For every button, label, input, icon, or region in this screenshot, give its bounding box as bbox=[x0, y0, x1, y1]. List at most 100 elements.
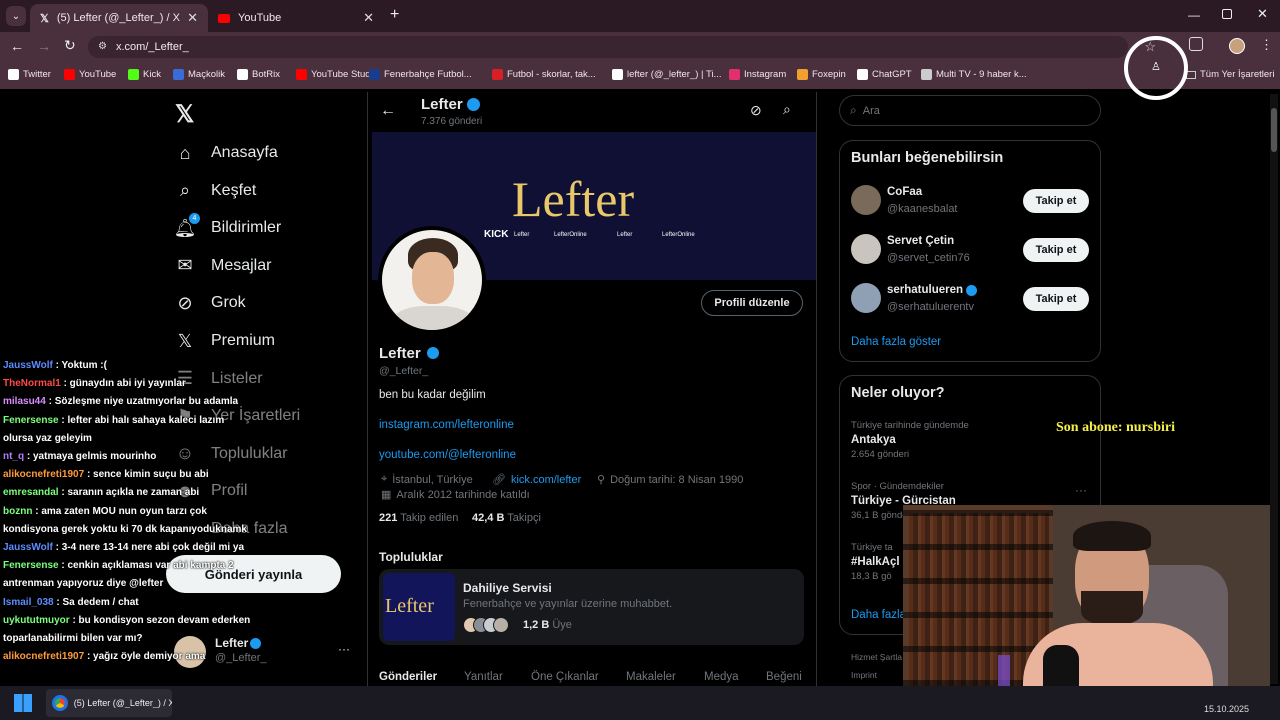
follow-button[interactable]: Takip et bbox=[1023, 287, 1089, 311]
chat-text: toparlanabilirmi bilen var mı? bbox=[3, 633, 143, 644]
search-box[interactable]: ⌕ Ara bbox=[839, 95, 1101, 126]
profile-avatar[interactable] bbox=[378, 226, 486, 334]
x-logo-icon[interactable]: 𝕏 bbox=[175, 100, 194, 129]
tab-g-nderiler[interactable]: Gönderiler bbox=[379, 671, 437, 683]
bookmark-favicon-icon bbox=[173, 69, 184, 80]
follow-button[interactable]: Takip et bbox=[1023, 238, 1089, 262]
bookmark-item[interactable]: BotRix bbox=[237, 69, 280, 80]
suggestion-row[interactable]: Servet Çetin @servet_cetin76 Takip et bbox=[851, 234, 1091, 268]
chat-message: nt_q : yatmaya gelmis mourinho bbox=[3, 451, 156, 462]
menu-icon[interactable]: ⋮ bbox=[1260, 37, 1273, 53]
taskbar-chrome-item[interactable]: (5) Lefter (@_Lefter_) / X bbox=[46, 689, 172, 717]
tab-be-eni[interactable]: Beğeni bbox=[766, 671, 802, 683]
back-arrow-icon[interactable]: ← bbox=[380, 102, 396, 120]
tab-x-profile[interactable]: 𝕏 (5) Lefter (@_Lefter_) / X ✕ bbox=[30, 4, 208, 32]
grok-icon[interactable]: ⊘ bbox=[750, 102, 762, 119]
nav-item-topluluklar[interactable]: ☺ Topluluklar bbox=[173, 442, 288, 466]
back-button[interactable]: ← bbox=[10, 38, 24, 54]
nav-item-listeler[interactable]: ☰ Listeler bbox=[173, 367, 263, 391]
extensions-icon[interactable] bbox=[1189, 37, 1203, 51]
footer-imprint[interactable]: Imprint bbox=[851, 670, 877, 680]
bookmark-item[interactable]: Futbol - skorlar, tak... bbox=[492, 69, 596, 80]
bookmark-item[interactable]: Kick bbox=[128, 69, 161, 80]
tab--ne-kanlar[interactable]: Öne Çıkanlar bbox=[531, 671, 599, 683]
suggestion-row[interactable]: serhatulueren @serhatuluerentv Takip et bbox=[851, 283, 1091, 317]
chrome-icon bbox=[52, 695, 68, 711]
post-count: 7.376 gönderi bbox=[421, 116, 483, 127]
edit-profile-button[interactable]: Profili düzenle bbox=[701, 290, 803, 316]
location-icon: ⌖ bbox=[381, 473, 388, 485]
chat-message: olursa yaz geleyim bbox=[3, 433, 92, 444]
followers-stat[interactable]: 42,4 B Takipçi bbox=[472, 512, 541, 524]
taskbar-date: 15.10.2025 bbox=[1204, 704, 1250, 714]
tab-medya[interactable]: Medya bbox=[704, 671, 739, 683]
bookmark-item[interactable]: ChatGPT bbox=[857, 69, 912, 80]
tab-search-button[interactable]: ⌄ bbox=[6, 6, 26, 26]
community-card[interactable]: Lefter Dahiliye Servisi Fenerbahçe ve ya… bbox=[379, 569, 804, 645]
nav-item-anasayfa[interactable]: ⌂ Anasayfa bbox=[173, 141, 278, 165]
follow-button[interactable]: Takip et bbox=[1023, 189, 1089, 213]
mail-icon: ✉ bbox=[177, 255, 193, 276]
site-info-icon[interactable]: ⚙ bbox=[98, 41, 107, 52]
bookmark-item[interactable]: YouTube Studio bbox=[296, 69, 378, 80]
trends-title: Neler oluyor? bbox=[851, 385, 945, 401]
all-bookmarks[interactable]: Tüm Yer İşaretleri bbox=[1186, 69, 1274, 80]
footer-terms[interactable]: Hizmet Şartla bbox=[851, 652, 902, 662]
nav-item-premium[interactable]: 𝕏 Premium bbox=[173, 329, 275, 353]
close-window-button[interactable]: ✕ bbox=[1257, 6, 1268, 22]
bookmark-item[interactable]: Twitter bbox=[8, 69, 51, 80]
bookmark-favicon-icon bbox=[492, 69, 503, 80]
page-scrollbar[interactable] bbox=[1270, 94, 1278, 684]
maximize-button[interactable] bbox=[1222, 9, 1232, 19]
community-name: Dahiliye Servisi bbox=[463, 581, 552, 595]
search-icon: ⌕ bbox=[179, 180, 191, 201]
tab-yan-tlar[interactable]: Yanıtlar bbox=[464, 671, 503, 683]
bookmark-item[interactable]: Multi TV - 9 haber k... bbox=[921, 69, 1027, 80]
address-bar[interactable]: ⚙ x.com/_Lefter_ ☆ bbox=[88, 36, 1156, 58]
close-tab-icon[interactable]: ✕ bbox=[363, 10, 374, 26]
trends-more-link[interactable]: Daha fazla bbox=[851, 609, 906, 621]
nav-item-grok[interactable]: ⊘ Grok bbox=[173, 291, 245, 315]
bookmark-favicon-icon bbox=[857, 69, 868, 80]
following-count: 221 bbox=[379, 512, 398, 524]
new-tab-button[interactable]: + bbox=[390, 6, 399, 24]
nav-item-bildirimler[interactable]: 🔔︎ 4 Bildirimler bbox=[173, 213, 281, 240]
show-more-link[interactable]: Daha fazla göster bbox=[851, 336, 941, 348]
following-stat[interactable]: 221 Takip edilen bbox=[379, 512, 458, 524]
trend-context: Spor · Gündemdekiler bbox=[851, 481, 944, 492]
windows-start-icon[interactable] bbox=[14, 694, 32, 712]
nav-item-ke-fet[interactable]: ⌕ Keşfet bbox=[173, 179, 256, 203]
trend-topic: Antakya bbox=[851, 434, 896, 446]
chat-text: : yağız öyle demiyor ama bbox=[84, 651, 206, 663]
verified-icon bbox=[427, 347, 439, 359]
youtube-link[interactable]: youtube.com/@lefteronline bbox=[379, 449, 516, 461]
bookmark-item[interactable]: Instagram bbox=[729, 69, 786, 80]
suggestion-row[interactable]: CoFaa @kaanesbalat Takip et bbox=[851, 185, 1091, 219]
bookmark-label: lefter (@_lefter_) | Ti... bbox=[627, 69, 722, 80]
more-icon[interactable]: ··· bbox=[338, 642, 350, 656]
avatar[interactable] bbox=[1229, 38, 1245, 54]
instagram-link[interactable]: instagram.com/lefteronline bbox=[379, 419, 514, 431]
website-link[interactable]: kick.com/lefter bbox=[511, 474, 581, 486]
bookmark-item[interactable]: Maçkolik bbox=[173, 69, 225, 80]
tab-title: YouTube bbox=[238, 12, 282, 24]
nav-label: Keşfet bbox=[211, 181, 257, 199]
followers-label: Takipçi bbox=[507, 512, 541, 524]
search-icon[interactable]: ⌕ bbox=[783, 101, 791, 118]
minimize-button[interactable]: — bbox=[1188, 8, 1200, 22]
tab-makaleler[interactable]: Makaleler bbox=[626, 671, 676, 683]
tab-youtube[interactable]: YouTube ✕ bbox=[208, 4, 384, 32]
close-tab-icon[interactable]: ✕ bbox=[187, 10, 198, 26]
bookmark-item[interactable]: YouTube bbox=[64, 69, 116, 80]
taskbar-app-title: (5) Lefter (@_Lefter_) / X bbox=[73, 698, 172, 708]
trend-more-icon[interactable]: ··· bbox=[1075, 483, 1087, 497]
nav-item-mesajlar[interactable]: ✉ Mesajlar bbox=[173, 254, 271, 278]
bookmark-item[interactable]: lefter (@_lefter_) | Ti... bbox=[612, 69, 721, 80]
scrollbar-thumb[interactable] bbox=[1271, 108, 1277, 152]
forward-button[interactable]: → bbox=[37, 38, 51, 54]
bookmark-item[interactable]: Fenerbahçe Futbol... bbox=[369, 69, 472, 80]
reload-button[interactable]: ↻ bbox=[64, 37, 76, 54]
member-avatars bbox=[463, 617, 515, 633]
bookmark-item[interactable]: Foxepin bbox=[797, 69, 846, 80]
trend-item[interactable]: Türkiye tarihinde gündemde Antakya 2.654 g… bbox=[851, 420, 1081, 468]
